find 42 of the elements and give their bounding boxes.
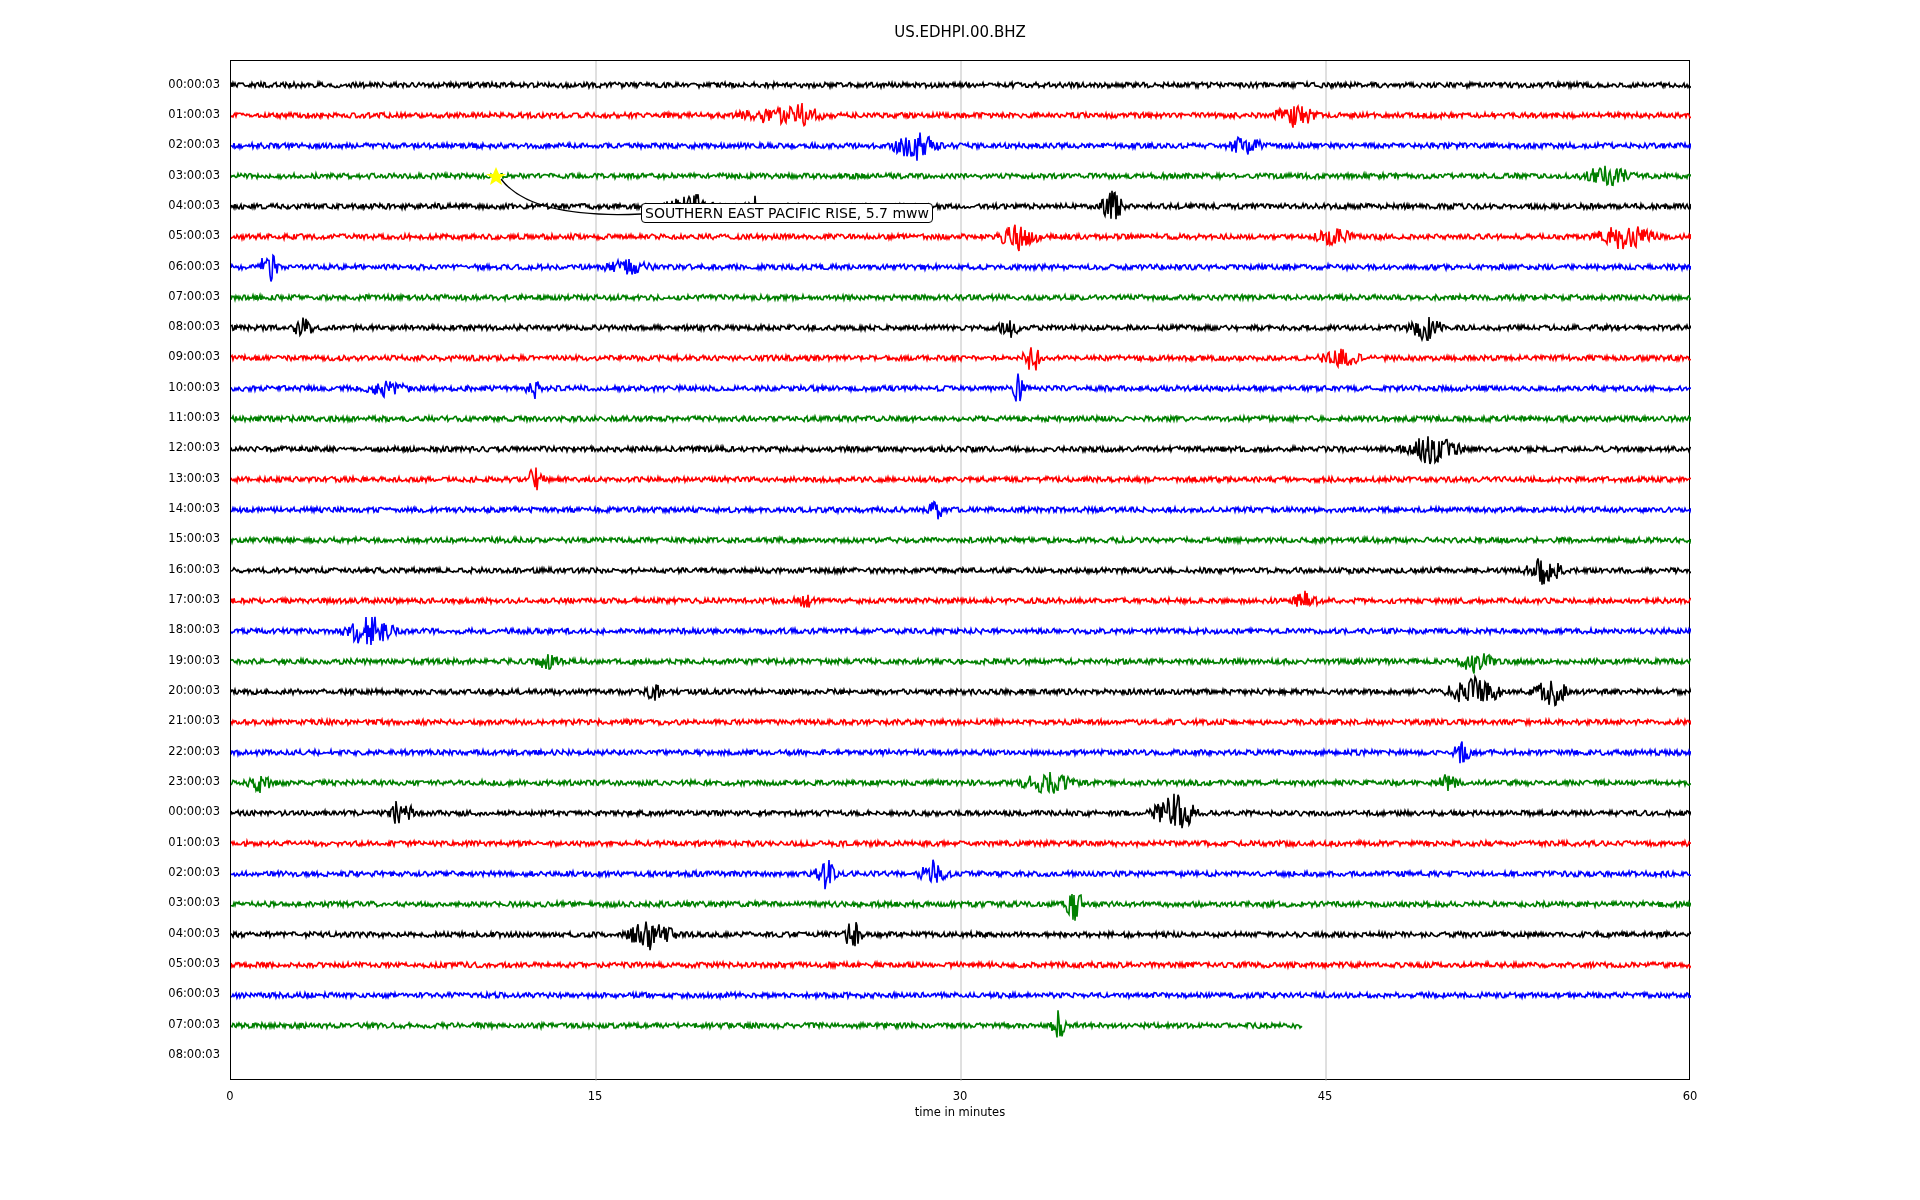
- y-tick-label: 06:00:03: [168, 985, 220, 1003]
- y-tick-label: 06:00:03: [168, 257, 220, 275]
- y-tick-label: 17:00:03: [168, 591, 220, 609]
- y-tick-label: 08:00:03: [168, 318, 220, 336]
- y-tick-label: 12:00:03: [168, 439, 220, 457]
- y-tick-label: 00:00:03: [168, 75, 220, 93]
- chart-title: US.EDHPI.00.BHZ: [894, 22, 1026, 39]
- y-tick-label: 11:00:03: [168, 409, 220, 427]
- x-tick-label: 0: [226, 1088, 234, 1105]
- y-tick-label: 13:00:03: [168, 469, 220, 487]
- y-tick-label: 03:00:03: [168, 894, 220, 912]
- x-tick-label: 60: [1682, 1088, 1698, 1105]
- y-tick-label: 01:00:03: [168, 105, 220, 123]
- y-tick-label: 05:00:03: [168, 955, 220, 973]
- y-tick-label: 00:00:03: [168, 803, 220, 821]
- y-tick-label: 03:00:03: [168, 166, 220, 184]
- y-tick-label: 15:00:03: [168, 530, 220, 548]
- x-tick-label: 30: [952, 1088, 968, 1105]
- y-tick-label: 02:00:03: [168, 136, 220, 154]
- x-tick-label: 15: [587, 1088, 603, 1105]
- y-tick-label: 22:00:03: [168, 742, 220, 760]
- y-tick-label: 20:00:03: [168, 682, 220, 700]
- star-marker: [486, 167, 506, 185]
- y-tick-label: 08:00:03: [168, 1046, 220, 1064]
- y-tick-label: 04:00:03: [168, 924, 220, 942]
- y-tick-label: 09:00:03: [168, 348, 220, 366]
- x-axis-label: time in minutes: [914, 1104, 1006, 1121]
- y-tick-label: 16:00:03: [168, 560, 220, 578]
- y-tick-label: 21:00:03: [168, 712, 220, 730]
- event-annotation: SOUTHERN EAST PACIFIC RISE, 5.7 mww: [641, 203, 933, 223]
- y-tick-label: 01:00:03: [168, 833, 220, 851]
- y-tick-label: 02:00:03: [168, 864, 220, 882]
- y-tick-label: 23:00:03: [168, 773, 220, 791]
- y-tick-label: 10:00:03: [168, 378, 220, 396]
- y-tick-label: 04:00:03: [168, 196, 220, 214]
- y-tick-label: 18:00:03: [168, 621, 220, 639]
- y-tick-label: 07:00:03: [168, 1015, 220, 1033]
- y-tick-label: 19:00:03: [168, 651, 220, 669]
- y-tick-label: 05:00:03: [168, 227, 220, 245]
- y-tick-label: 07:00:03: [168, 287, 220, 305]
- y-tick-label: 14:00:03: [168, 500, 220, 518]
- x-tick-label: 45: [1317, 1088, 1333, 1105]
